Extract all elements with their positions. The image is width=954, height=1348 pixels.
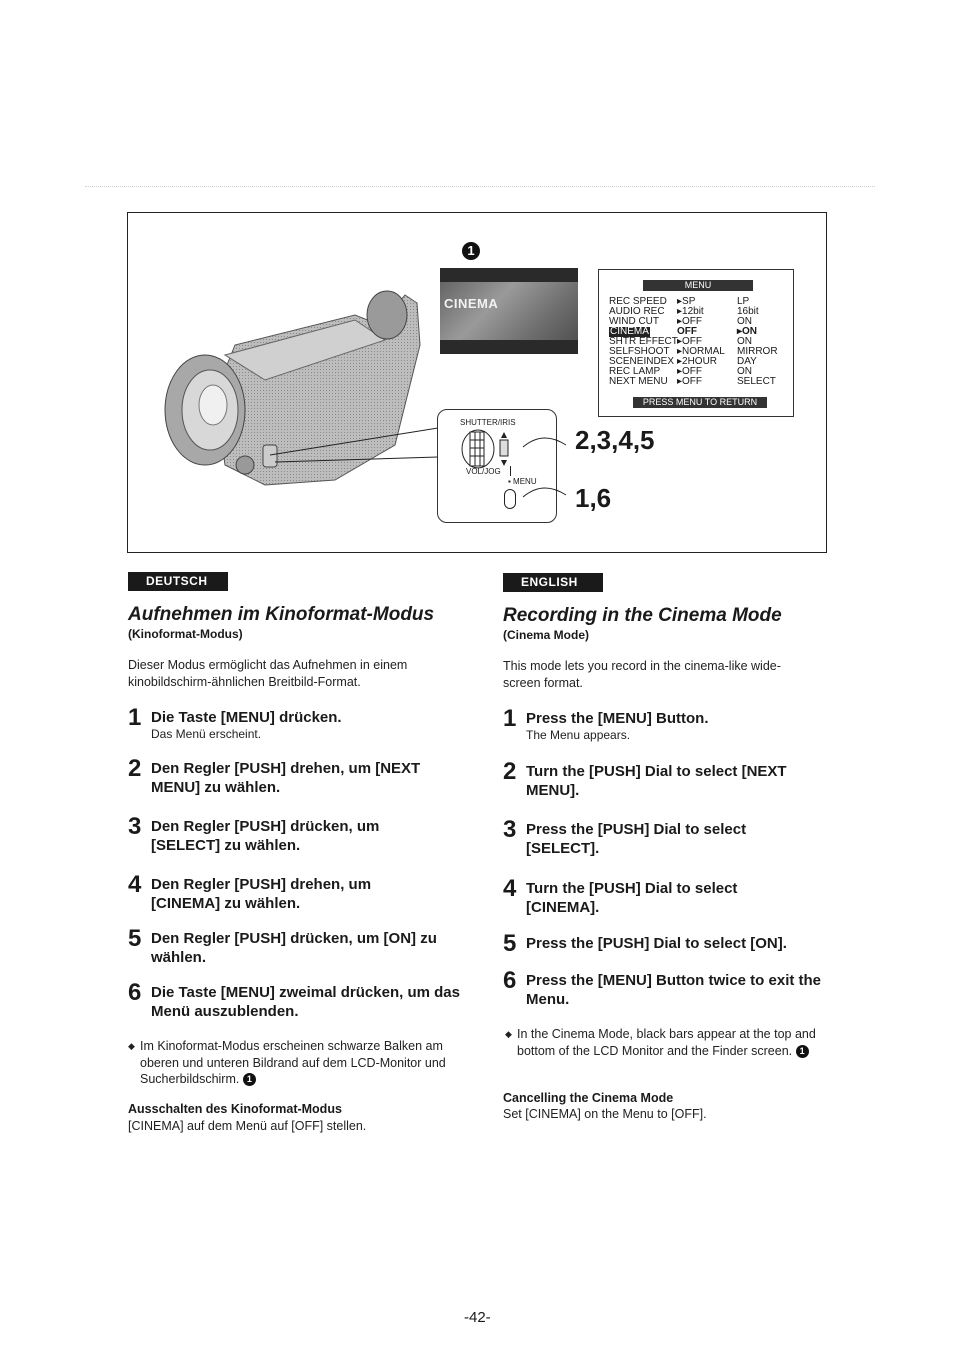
section-title-en: Recording in the Cinema Mode [503,605,782,626]
menu-item-current: ▸OFF [677,376,703,387]
step-text: Press the [MENU] Button twice to exit th… [526,972,822,1008]
section-subtitle-de: (Kinoformat-Modus) [128,627,243,641]
step-number: 4 [128,871,142,898]
step-number: 6 [503,967,517,994]
step-text: Den Regler [PUSH] drehen, um [NEXT MENU]… [151,760,421,796]
intro-text-en: This mode lets you record in the cinema-… [503,659,781,690]
note-text-en: In the Cinema Mode, black bars appear at… [517,1026,822,1059]
menu-item-option: SELECT [737,376,776,387]
vol-jog-label: VOL/JOG [466,467,501,476]
page-number: -42- [464,1309,491,1326]
separator-line [510,466,511,476]
step-leader-lines [522,437,567,498]
step-number: 6 [128,979,142,1006]
cancel-title-de: Ausschalten des Kinoformat-Modus [128,1102,342,1116]
step-text: Turn the [PUSH] Dial to select [NEXT MEN… [526,763,787,799]
language-tag-english: ENGLISH [503,573,603,592]
section-title-de: Aufnehmen im Kinoformat-Modus [128,604,435,625]
menu-footer: PRESS MENU TO RETURN [633,397,767,408]
step-number: 5 [128,925,142,952]
step-number: 2 [503,758,517,785]
step-text: Die Taste [MENU] zweimal drücken, um das… [151,984,460,1020]
cancel-text-de: [CINEMA] auf dem Menü auf [OFF] stellen. [128,1119,367,1133]
push-dial-icon [461,429,509,469]
note-body: Im Kinoformat-Modus erscheinen schwarze … [140,1039,446,1086]
intro-text-de: Dieser Modus ermöglicht das Aufnehmen in… [128,658,408,689]
note-en: ◆ In the Cinema Mode, black bars appear … [505,1026,825,1076]
menu-title: MENU [643,280,753,291]
note-text-de: Im Kinoformat-Modus erscheinen schwarze … [140,1038,458,1088]
note-de: ◆ Im Kinoformat-Modus erscheinen schwarz… [128,1038,458,1088]
menu-screen: MENU REC SPEED ▸SP LP AUDIO REC ▸12bit 1… [598,269,794,417]
step-number: 3 [128,813,142,840]
step-text: Turn the [PUSH] Dial to select [CINEMA]. [526,880,738,916]
step-number: 3 [503,816,517,843]
section-subtitle-en: (Cinema Mode) [503,628,590,642]
figure-ref-icon: 1 [242,1073,256,1087]
step-number: 2 [128,755,142,782]
cinema-screen-label: CINEMA [444,296,499,311]
header-rule [85,186,875,187]
letterbox-bar-bottom [440,340,578,354]
figure-callout-number: 1 [462,242,480,260]
step-text: Press the [MENU] Button. [526,710,709,727]
bullet-icon: ◆ [128,1041,135,1051]
figure-ref-icon: 1 [795,1044,809,1058]
leader-lines [269,427,439,463]
step-number: 5 [503,930,517,957]
note-body: In the Cinema Mode, black bars appear at… [517,1027,816,1058]
shutter-iris-label: SHUTTER/IRIS [460,418,516,427]
letterbox-bar-top [440,268,578,282]
dial-steps-callout: 2,3,4,5 [575,425,655,455]
step-number: 4 [503,875,517,902]
language-tag-deutsch: DEUTSCH [128,572,228,591]
step-number: 1 [503,705,517,732]
step-text: Die Taste [MENU] drücken. [151,709,342,726]
step-text: Press the [PUSH] Dial to select [ON]. [526,935,787,952]
step-result: Das Menü erscheint. [151,727,262,741]
menu-button-icon [504,489,516,509]
menu-steps-callout: 1,6 [575,483,612,513]
step-number: 1 [128,704,142,731]
bullet-icon: ◆ [505,1029,512,1039]
menu-item-label: NEXT MENU [609,376,668,387]
step-text: Den Regler [PUSH] drücken, um [SELECT] z… [151,818,380,854]
step-text: Den Regler [PUSH] drücken, um [ON] zu wä… [151,930,437,966]
cancel-text-en: Set [CINEMA] on the Menu to [OFF]. [503,1107,707,1121]
step-text: Press the [PUSH] Dial to select [SELECT]… [526,821,747,857]
step-result: The Menu appears. [526,728,631,742]
cinema-preview-screen: CINEMA [440,268,578,354]
cancel-title-en: Cancelling the Cinema Mode [503,1091,674,1105]
step-text: Den Regler [PUSH] drehen, um [CINEMA] zu… [151,876,372,912]
